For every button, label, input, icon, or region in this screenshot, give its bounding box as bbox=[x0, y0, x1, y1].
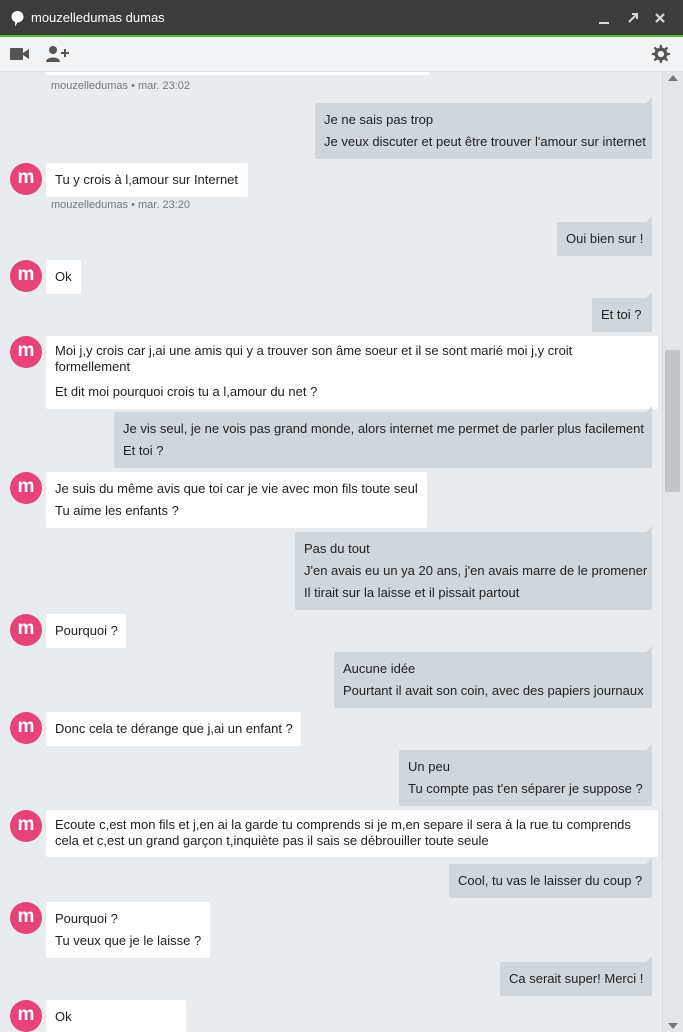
message-text: Je suis du même avis que toi car je vie … bbox=[55, 481, 418, 496]
message-text: Pourquoi ? bbox=[55, 911, 118, 926]
incoming-message: Moi j,y crois car j,ai une amis qui y a … bbox=[46, 336, 658, 409]
message-meta: mouzelledumas • mar. 23:02 bbox=[51, 80, 190, 92]
message-text: Et toi ? bbox=[601, 307, 642, 322]
outgoing-message: Un peu Tu compte pas t'en séparer je sup… bbox=[399, 744, 652, 806]
outgoing-message: Je vis seul, je ne vois pas grand monde,… bbox=[114, 406, 652, 468]
close-button[interactable] bbox=[651, 9, 669, 27]
message-text: J'en avais eu un ya 20 ans, j'en avais m… bbox=[304, 563, 648, 578]
outgoing-message: Oui bien sur ! bbox=[557, 216, 652, 256]
incoming-message: Pourquoi ? bbox=[46, 614, 126, 648]
message-text: Oui bien sur ! bbox=[566, 231, 644, 246]
add-person-icon bbox=[46, 46, 69, 62]
outgoing-message: Ca serait super! Merci ! bbox=[500, 956, 652, 996]
scroll-up-arrow-icon[interactable] bbox=[668, 75, 678, 81]
message-text: Ok bbox=[55, 269, 72, 284]
outgoing-message: Aucune idée Pourtant il avait son coin, … bbox=[334, 646, 652, 708]
message-text: Aucune idée bbox=[343, 661, 416, 676]
message-text: Et dit moi pourquoi crois tu a l,amour d… bbox=[55, 384, 318, 399]
message-text: Ca serait super! Merci ! bbox=[509, 971, 644, 986]
message-text: Ecoute c,est mon fils et j,en ai la gard… bbox=[55, 817, 631, 848]
title-bar: mouzelledumas dumas bbox=[0, 0, 683, 37]
pin-icon bbox=[11, 11, 24, 27]
message-text: Je veux discuter et peut être trouver l'… bbox=[324, 134, 646, 149]
message-text: Ok bbox=[55, 1009, 72, 1024]
minimize-icon bbox=[599, 22, 609, 24]
incoming-message: Ok bbox=[46, 260, 81, 294]
avatar[interactable]: m bbox=[10, 1000, 42, 1032]
message-text: Je vis seul, je ne vois pas grand monde,… bbox=[123, 421, 644, 436]
message-list[interactable]: mouzelledumas • mar. 23:02 Je ne sais pa… bbox=[0, 72, 661, 1032]
message-text: Il tirait sur la laisse et il pissait pa… bbox=[304, 585, 520, 600]
avatar[interactable]: m bbox=[10, 163, 42, 195]
message-text: Cool, tu vas le laisser du coup ? bbox=[458, 873, 643, 888]
avatar[interactable]: m bbox=[10, 336, 42, 368]
scroll-down-arrow-icon[interactable] bbox=[668, 1023, 678, 1029]
message-text: Pourtant il avait son coin, avec des pap… bbox=[343, 683, 644, 698]
message-text: Je ne sais pas trop bbox=[324, 112, 434, 127]
message-text: Moi j,y crois car j,ai une amis qui y a … bbox=[55, 343, 573, 374]
close-icon bbox=[655, 13, 665, 23]
message-text: Pourquoi ? bbox=[55, 623, 118, 638]
message-text: Tu y crois à l,amour sur Internet bbox=[55, 172, 239, 187]
settings-gear-icon bbox=[651, 44, 670, 64]
message-text: Tu compte pas t'en séparer je suppose ? bbox=[408, 781, 643, 796]
avatar[interactable]: m bbox=[10, 260, 42, 292]
avatar[interactable]: m bbox=[10, 472, 42, 504]
avatar[interactable]: m bbox=[10, 712, 42, 744]
avatar[interactable]: m bbox=[10, 614, 42, 646]
avatar[interactable]: m bbox=[10, 810, 42, 842]
incoming-message: Ecoute c,est mon fils et j,en ai la gard… bbox=[46, 810, 658, 857]
previous-message-edge bbox=[46, 72, 429, 75]
outgoing-message: Cool, tu vas le laisser du coup ? bbox=[449, 858, 652, 898]
message-text: Un peu bbox=[408, 759, 450, 774]
incoming-message: Tu y crois à l,amour sur Internet bbox=[46, 163, 248, 197]
popout-button[interactable] bbox=[624, 9, 642, 27]
message-text: Tu veux que je le laisse ? bbox=[55, 933, 202, 948]
outgoing-message: Pas du tout J'en avais eu un ya 20 ans, … bbox=[295, 526, 652, 610]
scrollbar-thumb[interactable] bbox=[665, 350, 680, 492]
message-meta: mouzelledumas • mar. 23:20 bbox=[51, 199, 190, 211]
outgoing-message: Je ne sais pas trop Je veux discuter et … bbox=[315, 97, 652, 159]
outgoing-message: Et toi ? bbox=[592, 292, 652, 332]
message-text: Et toi ? bbox=[123, 443, 164, 458]
video-call-icon bbox=[10, 48, 29, 60]
message-text: Tu aime les enfants ? bbox=[55, 503, 179, 518]
avatar[interactable]: m bbox=[10, 902, 42, 934]
incoming-message: Ok bbox=[46, 1000, 186, 1032]
video-call-button[interactable] bbox=[9, 44, 31, 64]
message-text: Pas du tout bbox=[304, 541, 370, 556]
settings-button[interactable] bbox=[649, 44, 671, 64]
incoming-message: Pourquoi ? Tu veux que je le laisse ? bbox=[46, 902, 210, 958]
vertical-scrollbar[interactable] bbox=[662, 72, 683, 1032]
message-text: Donc cela te dérange que j,ai un enfant … bbox=[55, 721, 293, 736]
incoming-message: Donc cela te dérange que j,ai un enfant … bbox=[46, 712, 301, 746]
incoming-message: Je suis du même avis que toi car je vie … bbox=[46, 472, 427, 528]
minimize-button[interactable] bbox=[595, 9, 613, 27]
window-title: mouzelledumas dumas bbox=[31, 10, 165, 25]
add-person-button[interactable] bbox=[46, 44, 69, 64]
toolbar bbox=[0, 37, 683, 72]
popout-icon bbox=[628, 13, 638, 23]
